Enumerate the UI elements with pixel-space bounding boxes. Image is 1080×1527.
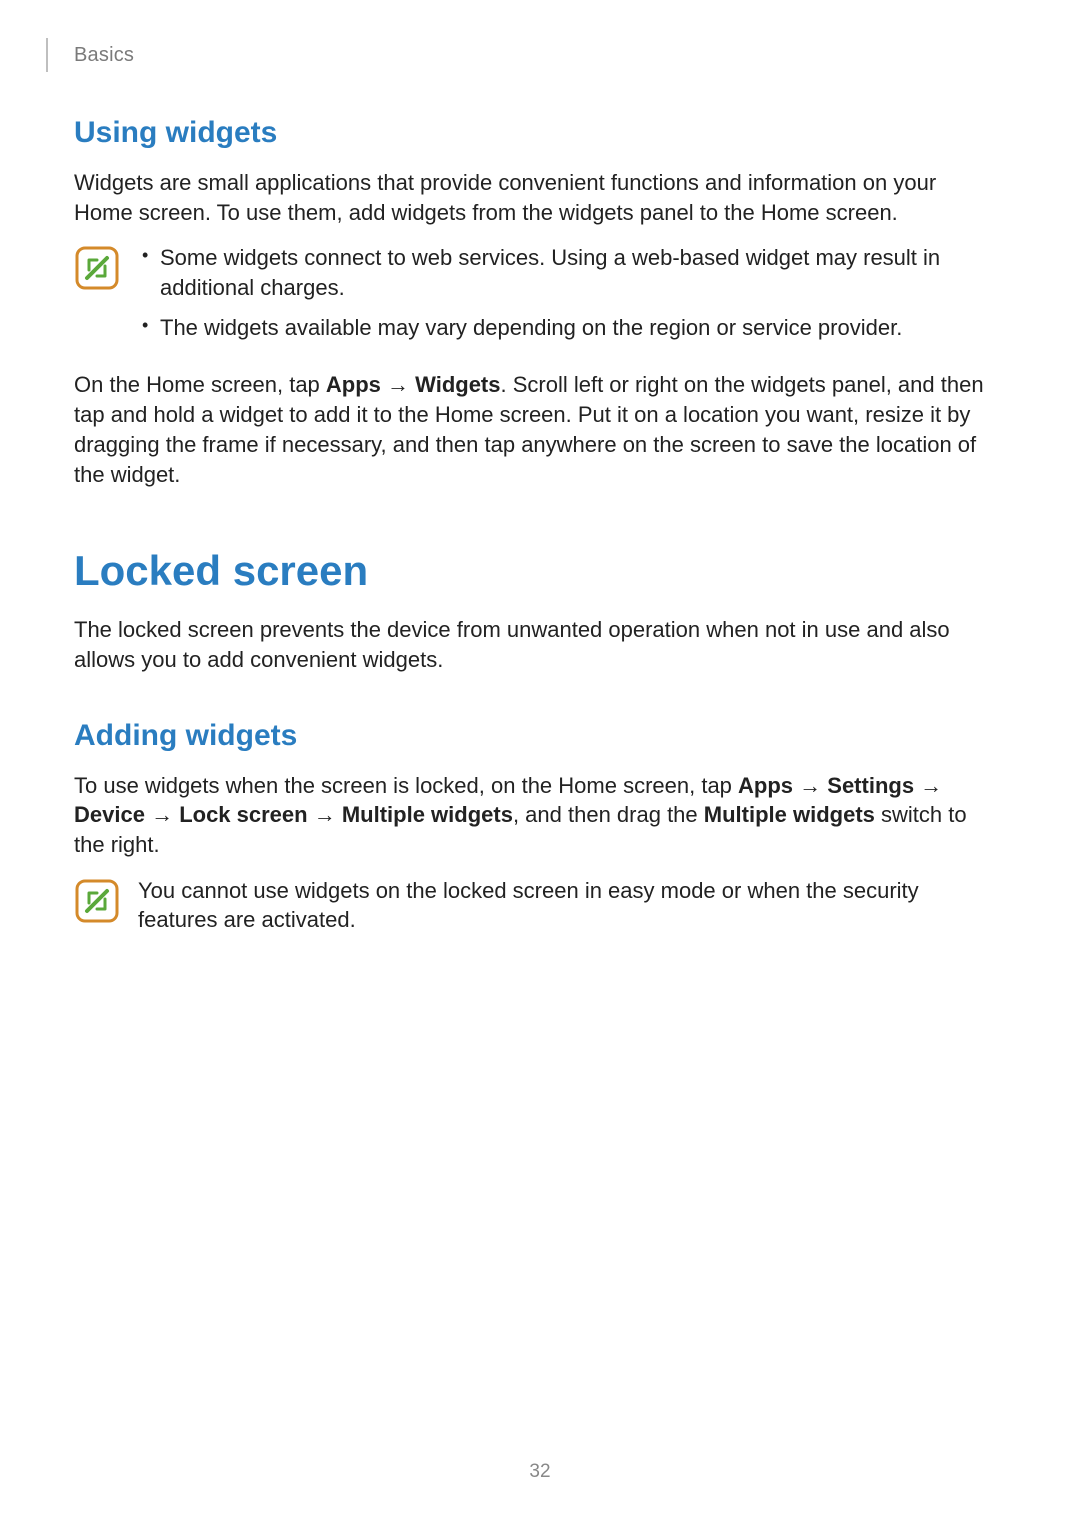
bold-multiple-widgets: Multiple widgets xyxy=(704,802,875,827)
note-block-using-widgets: Some widgets connect to web services. Us… xyxy=(74,243,990,352)
bold-settings: Settings xyxy=(827,773,914,798)
paragraph-locked-screen-intro: The locked screen prevents the device fr… xyxy=(74,615,990,674)
note-icon xyxy=(74,245,120,291)
page-content: Basics Using widgets Widgets are small a… xyxy=(0,0,1080,935)
text-segment: To use widgets when the screen is locked… xyxy=(74,773,738,798)
paragraph-using-widgets-instruction: On the Home screen, tap Apps → Widgets. … xyxy=(74,370,990,489)
page-number: 32 xyxy=(0,1461,1080,1483)
note-content: You cannot use widgets on the locked scr… xyxy=(138,876,990,935)
paragraph-using-widgets-intro: Widgets are small applications that prov… xyxy=(74,168,990,227)
note-block-adding-widgets: You cannot use widgets on the locked scr… xyxy=(74,876,990,935)
paragraph-adding-widgets-instruction: To use widgets when the screen is locked… xyxy=(74,771,990,860)
page-header: Basics xyxy=(74,38,990,72)
bold-multiple-widgets: Multiple widgets xyxy=(342,802,513,827)
note-bullet-item: Some widgets connect to web services. Us… xyxy=(138,243,990,302)
note-bullet-item: The widgets available may vary depending… xyxy=(138,313,990,343)
text-segment: , and then drag the xyxy=(513,802,704,827)
bold-lock-screen: Lock screen xyxy=(179,802,307,827)
arrow-icon: → xyxy=(793,773,827,798)
heading-locked-screen: Locked screen xyxy=(74,547,990,595)
spacer xyxy=(74,691,990,719)
heading-using-widgets: Using widgets xyxy=(74,116,990,150)
bold-widgets: Widgets xyxy=(415,372,500,397)
header-divider xyxy=(46,38,48,72)
arrow-icon: → xyxy=(914,773,942,798)
bold-apps: Apps xyxy=(738,773,793,798)
breadcrumb: Basics xyxy=(74,44,134,67)
arrow-icon: → xyxy=(308,802,342,827)
bold-device: Device xyxy=(74,802,145,827)
note-content: Some widgets connect to web services. Us… xyxy=(138,243,990,352)
note-icon xyxy=(74,878,120,924)
arrow-icon: → xyxy=(145,802,179,827)
heading-adding-widgets: Adding widgets xyxy=(74,719,990,753)
arrow-icon: → xyxy=(381,372,415,397)
note-bullet-list: Some widgets connect to web services. Us… xyxy=(138,243,990,342)
note-text: You cannot use widgets on the locked scr… xyxy=(138,876,990,935)
text-segment: On the Home screen, tap xyxy=(74,372,326,397)
bold-apps: Apps xyxy=(326,372,381,397)
